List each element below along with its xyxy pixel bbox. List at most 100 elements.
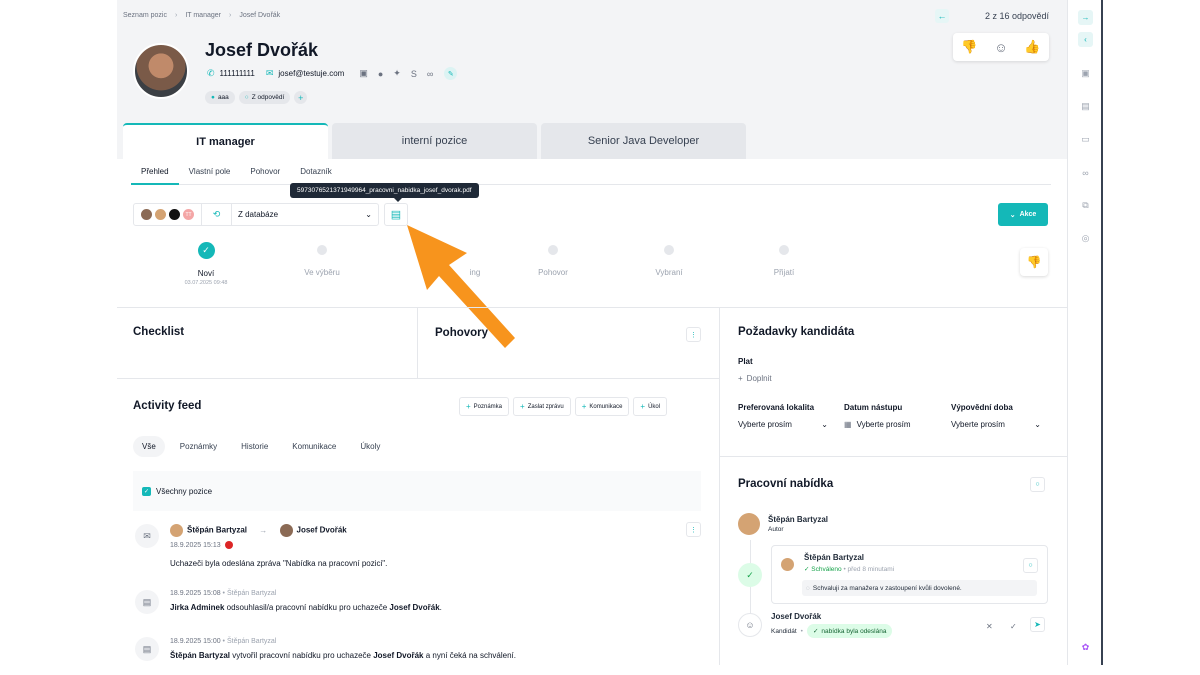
stage-new[interactable]: ✓ Noví 03.07.2025 09:48 xyxy=(156,240,256,286)
feed-time: 18.9.2025 15:08 xyxy=(170,590,221,597)
subtab-interview[interactable]: Pohovor xyxy=(240,159,290,185)
stage-label: Přijatí xyxy=(773,268,795,277)
chevron-down-icon: ⌄ xyxy=(1009,211,1016,219)
breadcrumb-item[interactable]: IT manager xyxy=(185,12,221,19)
feed-to[interactable]: Josef Dvořák xyxy=(297,526,347,535)
link-icon[interactable]: ∞ xyxy=(427,69,433,79)
prev-candidate-button[interactable]: ← xyxy=(934,9,949,23)
all-positions-filter[interactable]: ✓ Všechny pozice xyxy=(133,471,701,511)
divider xyxy=(117,378,719,379)
subtab-overview[interactable]: Přehled xyxy=(131,159,179,185)
email-value[interactable]: josef@testuje.com xyxy=(278,69,344,78)
tab-position[interactable]: interní pozice xyxy=(332,123,537,159)
feed-tabs: Vše Poznámky Historie Komunikace Úkoly xyxy=(133,436,389,457)
location-select[interactable]: Vyberte prosím ⌄ xyxy=(738,420,828,429)
subtab-questionnaire[interactable]: Dotazník xyxy=(290,159,342,185)
pdf-tooltip: 5973076521371949964_pracovni_nabidka_jos… xyxy=(290,183,479,202)
feed-target[interactable]: Josef Dvořák xyxy=(389,603,439,612)
neutral-face-icon[interactable]: ☺ xyxy=(994,40,1007,55)
copy-icon[interactable]: ⧉ xyxy=(1079,199,1092,212)
user-icon: ☺ xyxy=(738,613,762,637)
stage-in-selection[interactable]: Ve výběru xyxy=(272,240,372,277)
tag-list: ● aaa ○ Z odpovědí + xyxy=(205,91,308,104)
right-sidebar: → ‹ ▣ ▤ ▭ ∞ ⧉ ◎ ✿ xyxy=(1067,0,1103,665)
feed-tab-tasks[interactable]: Úkoly xyxy=(351,436,389,457)
plus-icon: + xyxy=(466,402,471,411)
facebook-icon[interactable]: ● xyxy=(378,69,383,79)
expand-sidebar-button[interactable]: ‹ xyxy=(1078,32,1093,47)
link-icon[interactable]: ∞ xyxy=(1079,166,1092,179)
feed-from[interactable]: Štěpán Bartyzal xyxy=(187,526,247,535)
edit-contacts-button[interactable]: ✎ xyxy=(444,67,458,80)
tag[interactable]: ○ Z odpovědí xyxy=(238,91,291,104)
tag[interactable]: ● aaa xyxy=(205,91,235,104)
feed-target[interactable]: Josef Dvořák xyxy=(373,651,423,660)
close-icon[interactable]: ✕ xyxy=(986,622,993,631)
feed-tab-communication[interactable]: Komunikace xyxy=(283,436,345,457)
add-note-button[interactable]: + Poznámka xyxy=(459,397,510,416)
checkbox-checked-icon[interactable]: ✓ xyxy=(142,486,151,496)
feed-actor[interactable]: Jirka Adminek xyxy=(170,603,224,612)
breadcrumb-item[interactable]: Seznam pozic xyxy=(123,12,167,19)
feed-tab-history[interactable]: Historie xyxy=(232,436,277,457)
phone-value[interactable]: 111111111 xyxy=(220,69,255,78)
offer-title: Pracovní nabídka xyxy=(738,478,834,490)
document-icon[interactable]: ▣ xyxy=(1079,67,1092,80)
thumbs-down-icon[interactable]: 👎 xyxy=(961,39,977,55)
assistant-icon[interactable]: ✿ xyxy=(1079,641,1092,654)
add-tag-button[interactable]: + xyxy=(294,91,308,104)
avatar xyxy=(781,558,794,571)
recruiter-avatars[interactable]: TT xyxy=(134,204,202,225)
linkedin-icon[interactable]: ▣ xyxy=(359,68,368,79)
approval-menu-button[interactable]: ○ xyxy=(1023,558,1038,573)
stage-dot xyxy=(664,245,674,255)
divider xyxy=(117,307,1067,308)
approver-name: Štěpán Bartyzal xyxy=(804,553,865,562)
add-communication-button[interactable]: + Komunikace xyxy=(574,397,630,416)
check-circle-icon[interactable]: ◎ xyxy=(1079,232,1092,245)
skype-icon[interactable]: S xyxy=(411,69,417,79)
document-icon: ▤ xyxy=(135,590,159,614)
button-label: Úkol xyxy=(648,403,661,410)
contact-row: ✆ 111111111 ✉ josef@testuje.com ▣ ● ✦ S … xyxy=(207,67,458,80)
twitter-icon[interactable]: ✦ xyxy=(393,68,401,79)
source-select[interactable]: Z databáze ⌄ xyxy=(232,210,378,219)
feed-actor[interactable]: Štěpán Bartyzal xyxy=(170,651,230,660)
stage-hired[interactable]: Přijatí xyxy=(734,240,834,277)
avatar xyxy=(168,208,181,221)
salary-fill-button[interactable]: + Doplnit xyxy=(738,374,772,383)
chevron-down-icon: ⌄ xyxy=(365,210,372,219)
start-date-input[interactable]: ▦ Vyberte prosím xyxy=(844,420,934,429)
collapse-sidebar-button[interactable]: → xyxy=(1078,10,1093,25)
subtab-custom-fields[interactable]: Vlastní pole xyxy=(179,159,241,185)
interviews-menu-button[interactable]: ⋮ xyxy=(686,327,701,342)
tab-position[interactable]: Senior Java Developer xyxy=(541,123,746,159)
reject-candidate-button[interactable]: 👎 xyxy=(1020,248,1048,276)
candidate-avatar[interactable] xyxy=(133,43,189,99)
send-message-button[interactable]: + Zaslat zprávu xyxy=(513,397,571,416)
card-icon[interactable]: ▭ xyxy=(1079,133,1092,146)
feed-tab-notes[interactable]: Poznámky xyxy=(171,436,226,457)
offer-author: Štěpán Bartyzal Autor xyxy=(738,513,828,535)
actions-button[interactable]: ⌄ Akce xyxy=(998,203,1048,226)
thumbs-up-icon[interactable]: 👍 xyxy=(1024,39,1040,55)
check-icon: ✓ xyxy=(197,242,215,259)
comment-icon: ◌ xyxy=(806,584,810,592)
arrow-right-icon: → xyxy=(259,525,268,535)
calendar-icon[interactable]: ▤ xyxy=(1079,100,1092,113)
avatar: TT xyxy=(182,208,195,221)
tab-position[interactable]: IT manager xyxy=(123,123,328,159)
feed-tab-all[interactable]: Vše xyxy=(133,436,165,457)
approved-status: Schváleno xyxy=(811,566,842,573)
add-task-button[interactable]: + Úkol xyxy=(633,397,668,416)
interviews-title: Pohovory xyxy=(435,327,489,339)
stage-selected[interactable]: Vybraní xyxy=(619,240,719,277)
check-icon[interactable]: ✓ xyxy=(1010,622,1017,631)
feed-text: Uchazeči byla odeslána zpráva "Nabídka n… xyxy=(170,559,388,568)
send-button[interactable]: ➤ xyxy=(1030,617,1045,632)
feed-item-menu-button[interactable]: ⋮ xyxy=(686,522,701,537)
share-icon[interactable]: ⟲ xyxy=(202,204,232,225)
offer-candidate: Josef Dvořák Kandidát • ✓ nabídka byla od… xyxy=(771,612,893,638)
notice-select[interactable]: Vyberte prosím ⌄ xyxy=(951,420,1041,429)
offer-settings-button[interactable]: ○ xyxy=(1030,477,1045,492)
